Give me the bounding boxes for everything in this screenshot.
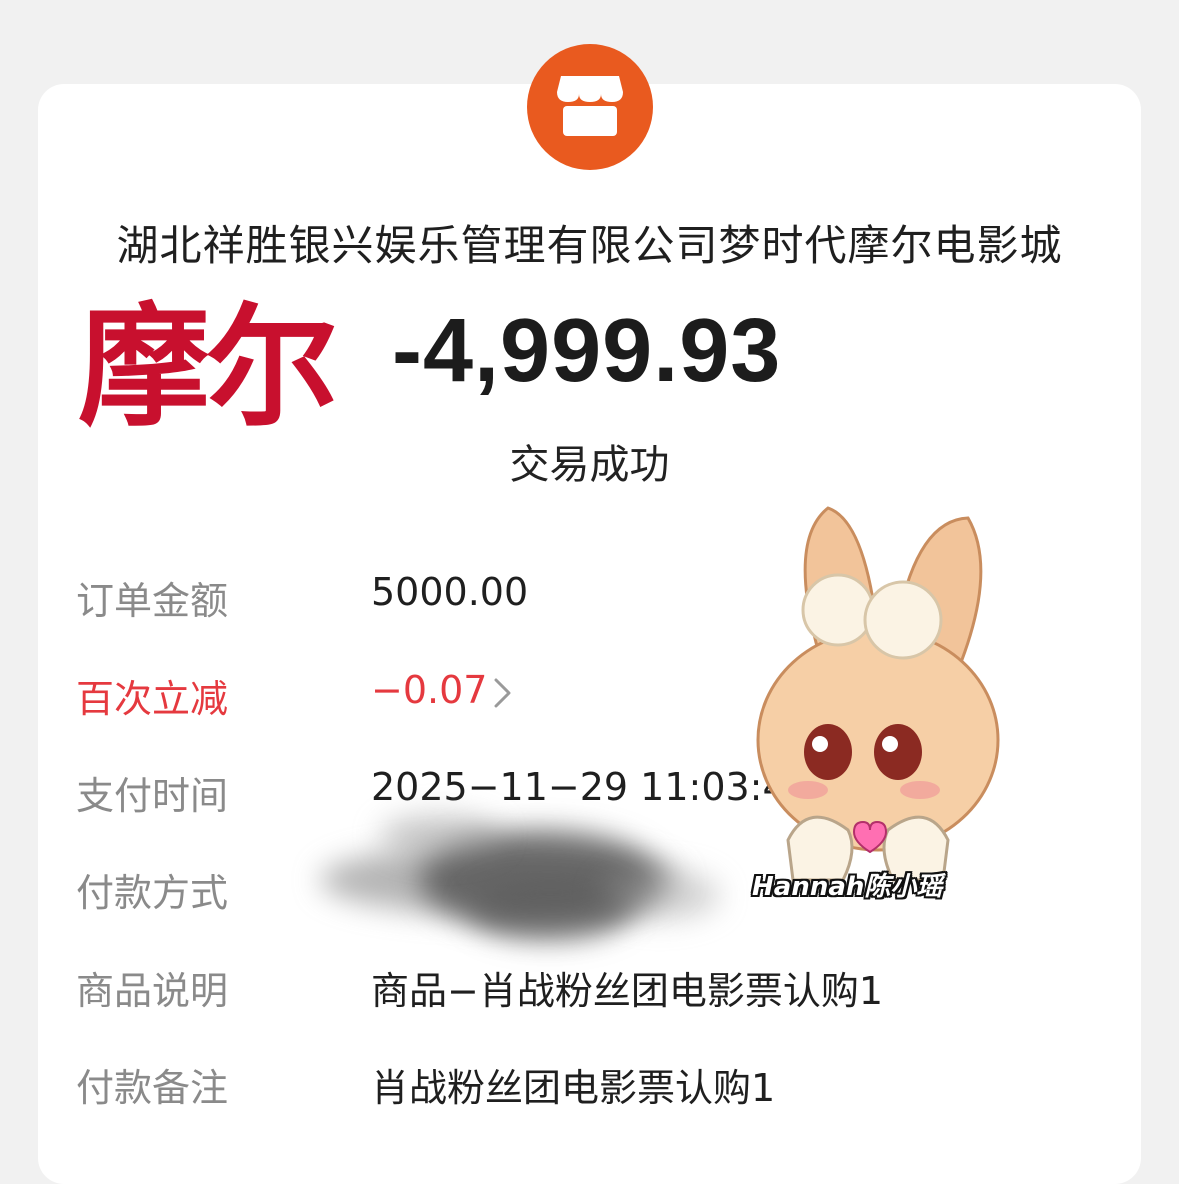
- payment-method-label: 付款方式: [76, 871, 229, 915]
- payment-note-label: 付款备注: [76, 1066, 229, 1110]
- product-desc-value: 商品−肖战粉丝团电影票认购1: [371, 969, 884, 1013]
- storefront-icon: [527, 44, 653, 170]
- discount-value[interactable]: −0.07: [371, 668, 487, 712]
- transaction-status: 交易成功: [509, 442, 670, 488]
- merchant-name: 湖北祥胜银兴娱乐管理有限公司梦时代摩尔电影城: [116, 221, 1063, 270]
- merchant-logo: 摩尔: [78, 291, 338, 445]
- payment-note-value: 肖战粉丝团电影票认购1: [371, 1066, 776, 1110]
- product-desc-label: 商品说明: [76, 969, 229, 1013]
- order-amount-label: 订单金额: [76, 579, 229, 623]
- discount-label[interactable]: 百次立减: [76, 668, 228, 723]
- chevron-right-icon[interactable]: [492, 676, 514, 710]
- transaction-amount: -4,999.93: [392, 301, 782, 401]
- bunny-sticker: [756, 506, 1000, 882]
- order-amount-value: 5000.00: [371, 570, 529, 614]
- sticker-caption: Hannah陈小瑶: [752, 872, 943, 902]
- payment-time-value: 2025−11−29 11:03:43: [371, 765, 811, 809]
- payment-time-label: 支付时间: [76, 774, 229, 818]
